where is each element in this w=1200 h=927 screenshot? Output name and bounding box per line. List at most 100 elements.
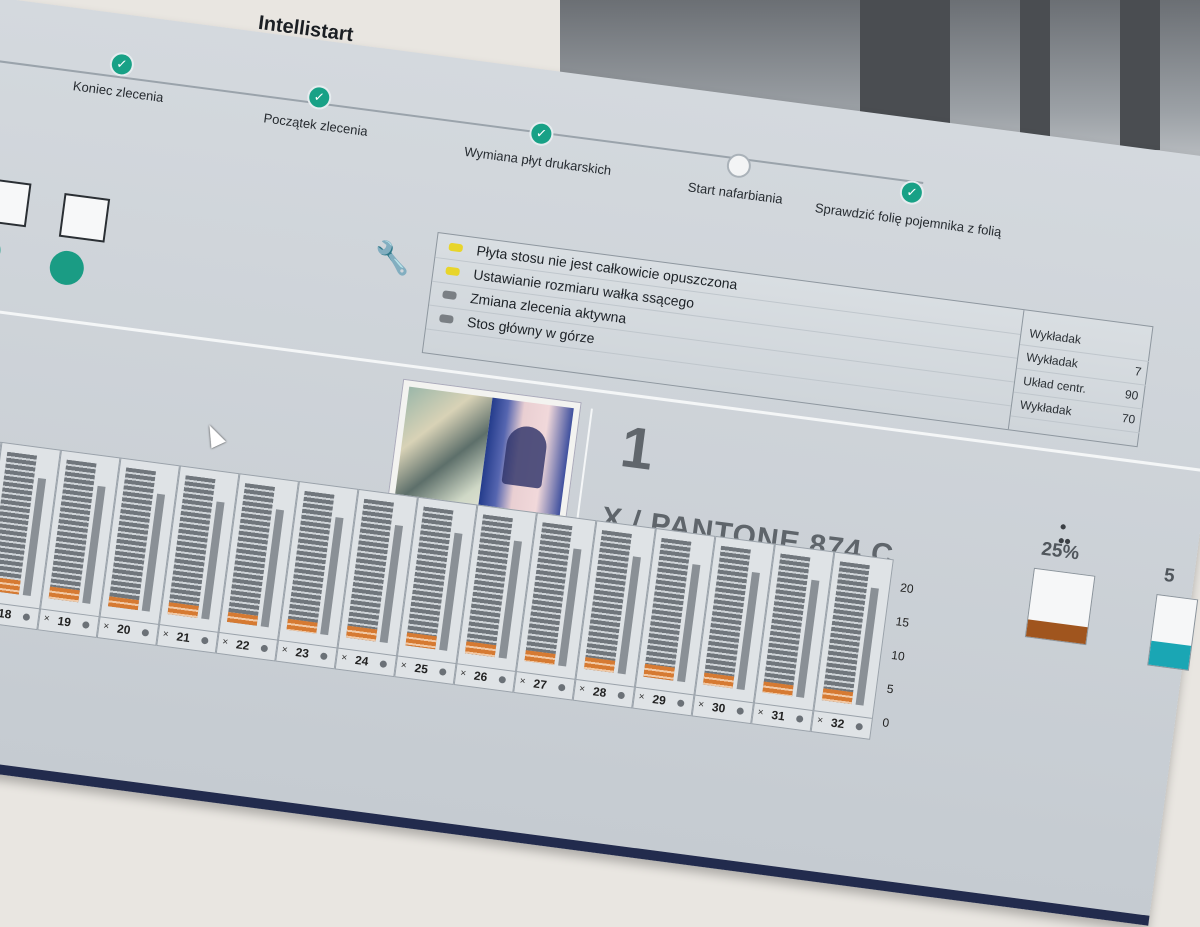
zone-dot-icon [379,660,388,669]
zone-dot-icon [319,652,328,661]
step-poczatek-zlecenia[interactable]: ✓ Początek zlecenia [216,72,420,145]
ink-zone-number: 32 [830,715,846,732]
check-icon: ✓ [898,179,926,207]
ink-zone-number: 26 [473,668,489,685]
ink-zone-footer: × 28 [573,678,635,708]
check-icon: ✓ [305,83,333,111]
printing-unit-number: 1 [617,414,658,483]
ink-level-fill [1025,619,1088,645]
ink-zone-footer: × 22 [216,631,278,661]
zone-dot-icon [557,683,566,692]
ink-zone-footer: × 26 [454,663,516,692]
ink-zone-fill [702,672,735,689]
step-wymiana-plyt[interactable]: ✓ Wymiana płyt drukarskich [438,109,642,182]
ink-zone-number: 19 [56,613,72,630]
zone-dot-icon [81,621,90,629]
close-icon[interactable]: × [816,715,823,727]
ink-zone-fill [583,656,616,673]
ink-zone-number: 31 [770,707,786,724]
ink-zone-footer: × 25 [395,655,456,684]
status-circle-icon [0,230,3,269]
scale-tick: 15 [894,614,910,630]
zone-dot-icon [676,699,685,708]
close-icon[interactable]: × [43,613,50,625]
close-icon[interactable]: × [281,644,288,656]
ink-zone-fill [345,625,378,642]
zone-dot-icon [855,722,864,731]
ink-zone-number: 23 [294,645,310,661]
ink-zone-number: 24 [354,652,370,669]
pending-dot-icon [725,152,753,180]
hmi-screen: Intellistart ✓ Koniec zlecenia ✓ Począte… [0,0,1200,926]
step-label: Początek zlecenia [262,110,369,139]
close-icon[interactable]: × [757,707,764,719]
close-icon[interactable]: × [341,652,348,664]
close-icon[interactable]: × [103,621,110,633]
ink-zone-footer: × 29 [633,686,694,716]
close-icon[interactable]: × [162,629,169,641]
ink-zone-number: 21 [175,629,191,646]
check-icon: ✓ [108,50,136,78]
ink-zone-footer: × 27 [514,671,575,700]
close-icon[interactable]: × [697,699,704,711]
scale-tick: 5 [886,681,895,697]
status-circle-icon [47,248,86,288]
status-led-icon [438,314,454,324]
step-label: Koniec zlecenia [72,78,165,106]
ink-level-percent-2: 5 [1162,564,1176,588]
zone-dot-icon [260,644,269,653]
status-led-icon [445,266,461,277]
close-icon[interactable]: × [579,683,586,695]
close-icon[interactable]: × [400,660,407,672]
ink-zone-fill [167,602,199,618]
scale-tick: 20 [899,580,915,597]
ink-zone-number: 18 [0,605,13,622]
ink-zone-fill [48,586,80,603]
ink-zone-footer: × 32 [811,710,872,739]
zone-dot-icon [438,668,447,676]
zone-dot-icon [736,707,745,716]
wrench-icon[interactable]: 🔧 [372,239,414,279]
pile-transfer-icon[interactable] [0,177,32,228]
ink-zone-footer: ×18 [0,600,40,630]
check-icon: ✓ [527,120,555,148]
ink-zone-number: 25 [413,660,429,677]
step-sprawdzic-folie[interactable]: ✓ Sprawdzić folię pojemnika z folią [808,168,1012,241]
step-label: Start nafarbiania [687,179,784,207]
app-title: Intellistart [257,11,355,47]
zone-dot-icon [498,675,507,684]
zone-dot-icon [200,636,209,645]
ink-zone-number: 29 [651,692,667,708]
ink-zone-number: 22 [235,637,251,653]
ink-zone-fill [0,576,21,595]
device-table: Wykładak Wykładak 7 Układ centr. 90 Wykład… [1007,310,1154,447]
close-icon[interactable]: × [638,691,645,703]
close-icon[interactable]: × [222,636,229,648]
ink-zone-footer: × 30 [692,694,753,724]
close-icon[interactable]: × [460,668,467,680]
ink-level-gauge-2[interactable] [1147,593,1199,671]
ink-zone-fill [643,663,675,681]
step-koniec-zlecenia[interactable]: ✓ Koniec zlecenia [18,39,222,112]
ink-zone-footer: × 31 [752,702,813,731]
ink-zone-fill [464,641,497,658]
ink-zone-footer: × 23 [276,639,337,669]
ink-zone-footer: × 19 [38,608,99,637]
close-icon[interactable]: × [519,676,526,688]
pile-lower-icon[interactable] [58,192,111,243]
ink-zone-number: 27 [532,676,548,693]
scale-tick: 10 [890,647,906,664]
ink-zone-number: 30 [711,699,727,716]
ink-level-gauge[interactable] [1024,567,1096,646]
ink-zone-footer: × 21 [157,624,218,653]
ink-zone-footer: × 20 [97,616,159,645]
ink-zone-number: 28 [592,684,608,700]
zone-dot-icon [795,715,804,723]
status-led-icon [442,290,457,300]
ink-zone-fill [821,688,854,705]
zone-dot-icon [22,613,31,622]
status-led-icon [448,242,464,253]
ink-zone-fill [405,632,437,650]
step-label: Wymiana płyt drukarskich [463,143,613,179]
ink-zone-number: 20 [116,621,132,638]
